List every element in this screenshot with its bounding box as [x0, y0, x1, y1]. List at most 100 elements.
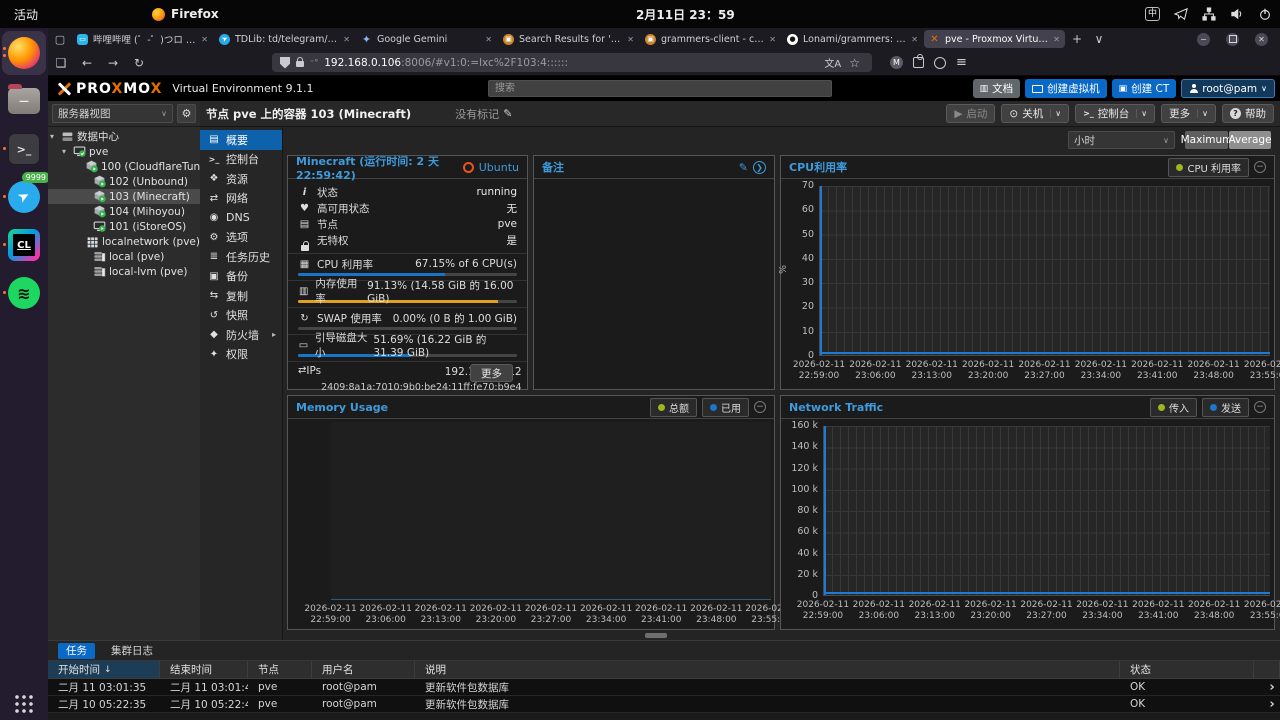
collapse-chart-icon[interactable]: −: [1254, 161, 1266, 173]
legend-item[interactable]: 总额: [650, 398, 697, 417]
browser-tab[interactable]: TDLib: td/telegram/td_js: [214, 30, 355, 48]
help-button[interactable]: ?帮助: [1222, 104, 1274, 123]
back-button[interactable]: ←: [74, 56, 100, 70]
column-start-time[interactable]: 开始时间↓: [48, 661, 160, 678]
nav-item[interactable]: 选项: [200, 228, 282, 248]
nav-item[interactable]: 备份: [200, 267, 282, 287]
legend-item[interactable]: 传入: [1150, 398, 1197, 417]
row-expand-chevron[interactable]: [1254, 679, 1280, 695]
reload-button[interactable]: ↻: [126, 56, 152, 70]
volume-icon[interactable]: [1230, 7, 1244, 21]
legend-item[interactable]: 已用: [702, 398, 749, 417]
browser-tab[interactable]: pve - Proxmox Virtual En: [924, 30, 1065, 48]
tab-close-icon[interactable]: [201, 34, 208, 45]
shutdown-button[interactable]: ⊙关机∨: [1001, 104, 1069, 123]
menu-hamburger-icon[interactable]: ≡: [956, 55, 967, 70]
minimize-button[interactable]: −: [1197, 33, 1210, 46]
task-tab[interactable]: 任务: [58, 643, 95, 659]
browser-tab[interactable]: Search Results for 'gram: [498, 30, 639, 48]
tab-close-icon[interactable]: [627, 34, 634, 45]
dock-item[interactable]: [2, 223, 46, 267]
gear-icon[interactable]: ⚙: [177, 104, 196, 123]
dock-item[interactable]: [2, 127, 46, 171]
browser-tab[interactable]: Google Gemini: [356, 30, 497, 48]
tree-caret[interactable]: ▾: [62, 147, 70, 156]
dock-item[interactable]: [2, 79, 46, 123]
nav-item[interactable]: DNS: [200, 208, 282, 228]
legend-item[interactable]: CPU 利用率: [1168, 158, 1249, 177]
address-bar[interactable]: ⁼° 192.168.0.106:8006/#v1:0:=lxc%2F103:4…: [272, 53, 872, 72]
dock-item[interactable]: [2, 31, 46, 75]
edit-tags-icon[interactable]: ✎: [503, 107, 512, 120]
collapse-chart-icon[interactable]: −: [1254, 401, 1266, 413]
panel-splitter-handle[interactable]: [645, 633, 667, 638]
memory-plot[interactable]: [331, 422, 771, 600]
task-tab[interactable]: 集群日志: [103, 643, 161, 659]
browser-tab[interactable]: grammers-client - crates.: [640, 30, 781, 48]
task-row[interactable]: 二月 10 05:22:35 二月 10 05:22:40 pve root@p…: [48, 696, 1280, 713]
column-node[interactable]: 节点: [248, 661, 312, 678]
cpu-plot[interactable]: [819, 186, 1270, 356]
translate-icon[interactable]: 文A: [824, 55, 841, 70]
task-row[interactable]: 二月 11 03:01:35 二月 11 03:01:40 pve root@p…: [48, 679, 1280, 696]
tab-list-dropdown[interactable]: ∨: [1088, 32, 1110, 46]
tab-close-icon[interactable]: [343, 34, 350, 45]
tab-close-icon[interactable]: [911, 34, 918, 45]
tags-label[interactable]: 没有标记: [455, 106, 499, 122]
tab-overview-button[interactable]: ▢: [48, 33, 72, 46]
status-more-button[interactable]: 更多: [470, 364, 513, 382]
tab-close-icon[interactable]: [769, 34, 776, 45]
nav-item[interactable]: 资源: [200, 169, 282, 189]
column-status[interactable]: 状态: [1120, 661, 1254, 678]
column-user[interactable]: 用户名: [312, 661, 415, 678]
lock-icon[interactable]: [296, 61, 304, 67]
forward-button[interactable]: →: [100, 56, 126, 70]
pve-search-input[interactable]: [488, 80, 832, 97]
sidebar-toggle-icon[interactable]: ❑: [48, 56, 74, 70]
row-expand-chevron[interactable]: [1254, 696, 1280, 712]
activities-button[interactable]: 活动: [0, 6, 52, 23]
edit-notes-icon[interactable]: ✎: [739, 161, 748, 174]
tree-item[interactable]: ▾ pve: [48, 144, 200, 159]
maximum-toggle[interactable]: Maximum: [1185, 131, 1228, 149]
tree-item[interactable]: 100 (CloudflareTunnel): [48, 159, 200, 174]
legend-item[interactable]: 发送: [1202, 398, 1249, 417]
input-method-icon[interactable]: 中: [1145, 7, 1160, 21]
collapse-chart-icon[interactable]: −: [754, 401, 766, 413]
time-range-select[interactable]: 小时∨: [1068, 131, 1175, 149]
focused-app-indicator[interactable]: Firefox: [152, 7, 219, 21]
permissions-icon[interactable]: ⁼°: [310, 58, 318, 67]
console-dropdown-icon[interactable]: ∨: [1136, 109, 1147, 118]
close-button[interactable]: ✕: [1255, 33, 1268, 46]
dock-item[interactable]: [2, 271, 46, 315]
show-apps-grid-icon[interactable]: [14, 694, 34, 714]
average-toggle[interactable]: Average: [1229, 131, 1271, 149]
create-vm-button[interactable]: 创建虚拟机: [1025, 79, 1107, 98]
extensions-puzzle-icon[interactable]: [913, 57, 924, 68]
bookmark-star-icon[interactable]: ☆: [849, 56, 860, 70]
tree-item[interactable]: localnetwork (pve): [48, 234, 200, 249]
console-button[interactable]: >_控制台∨: [1075, 104, 1155, 123]
power-icon[interactable]: [1258, 7, 1272, 21]
nav-item[interactable]: 复制: [200, 286, 282, 306]
clock[interactable]: 2月11日 23：59: [636, 6, 735, 23]
tracking-shield-icon[interactable]: [280, 57, 290, 69]
network-plot[interactable]: [823, 426, 1270, 596]
tree-item[interactable]: 104 (Mihoyou): [48, 204, 200, 219]
tree-caret[interactable]: ▾: [50, 132, 58, 141]
browser-tab[interactable]: 哔哩哔哩 (゜-゜)つロ 干杯: [72, 30, 213, 48]
user-menu-button[interactable]: root@pam∨: [1181, 79, 1275, 98]
more-button[interactable]: 更多∨: [1161, 104, 1216, 123]
browser-tab[interactable]: Lonami/grammers: (tele): [782, 30, 923, 48]
tree-item[interactable]: 101 (iStoreOS): [48, 219, 200, 234]
column-description[interactable]: 说明: [415, 661, 1120, 678]
nav-item[interactable]: 快照: [200, 306, 282, 326]
start-button[interactable]: ▶启动: [946, 104, 995, 123]
expand-notes-icon[interactable]: ❯: [753, 161, 766, 174]
network-icon[interactable]: [1202, 7, 1216, 21]
shutdown-dropdown-icon[interactable]: ∨: [1050, 109, 1061, 118]
tab-close-icon[interactable]: [1053, 34, 1060, 45]
tree-item[interactable]: ▾ 数据中心: [48, 129, 200, 144]
maximize-button[interactable]: [1226, 33, 1239, 46]
nav-item[interactable]: 权限: [200, 345, 282, 365]
